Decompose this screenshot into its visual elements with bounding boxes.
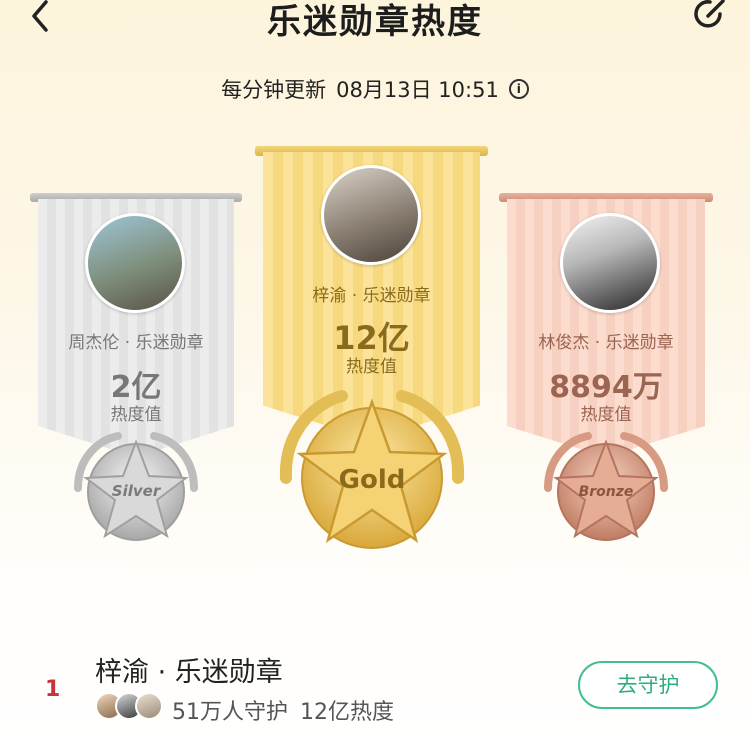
- gold-medal-label: Gold: [339, 465, 406, 495]
- avatar: [135, 692, 163, 720]
- rank-stats: 51万人守护 12亿热度: [172, 694, 394, 726]
- heat-value: 12亿热度: [300, 700, 394, 725]
- share-icon: [694, 0, 725, 28]
- gold-unit: 热度值: [346, 357, 397, 377]
- guardian-avatars: [95, 692, 165, 722]
- header: 乐迷勋章热度: [0, 0, 750, 42]
- gold-artist: 梓渝 · 乐迷勋章: [312, 286, 431, 306]
- rank-badge-name: 梓渝 · 乐迷勋章: [95, 657, 283, 688]
- gold-medal-icon: Gold: [279, 390, 465, 549]
- bronze-medal-icon: Bronze: [544, 432, 668, 541]
- guardian-count: 51万人守护: [172, 700, 288, 725]
- update-label: 每分钟更新: [221, 78, 327, 102]
- silver-unit: 热度值: [110, 405, 162, 425]
- silver-medal-label: Silver: [112, 482, 162, 500]
- update-info: 每分钟更新 08月13日 10:51 i: [0, 74, 750, 104]
- share-button[interactable]: [690, 0, 730, 34]
- avatar-bronze: [560, 213, 660, 313]
- silver-artist: 周杰伦 · 乐迷勋章: [68, 333, 204, 353]
- avatar-gold: [321, 165, 421, 265]
- update-time: 08月13日 10:51: [336, 78, 499, 102]
- bronze-medal-label: Bronze: [579, 484, 634, 500]
- silver-medal-icon: Silver: [74, 432, 198, 541]
- bronze-artist: 林俊杰 · 乐迷勋章: [538, 333, 674, 353]
- info-icon[interactable]: i: [508, 79, 529, 99]
- list-item[interactable]: 1 梓渝 · 乐迷勋章 51万人守护 12亿热度 去守护: [0, 630, 750, 756]
- page-title: 乐迷勋章热度: [267, 2, 483, 42]
- guard-button[interactable]: 去守护: [578, 661, 718, 709]
- rank-number: 1: [45, 677, 61, 702]
- avatar-silver: [85, 213, 185, 313]
- bronze-unit: 热度值: [580, 405, 632, 425]
